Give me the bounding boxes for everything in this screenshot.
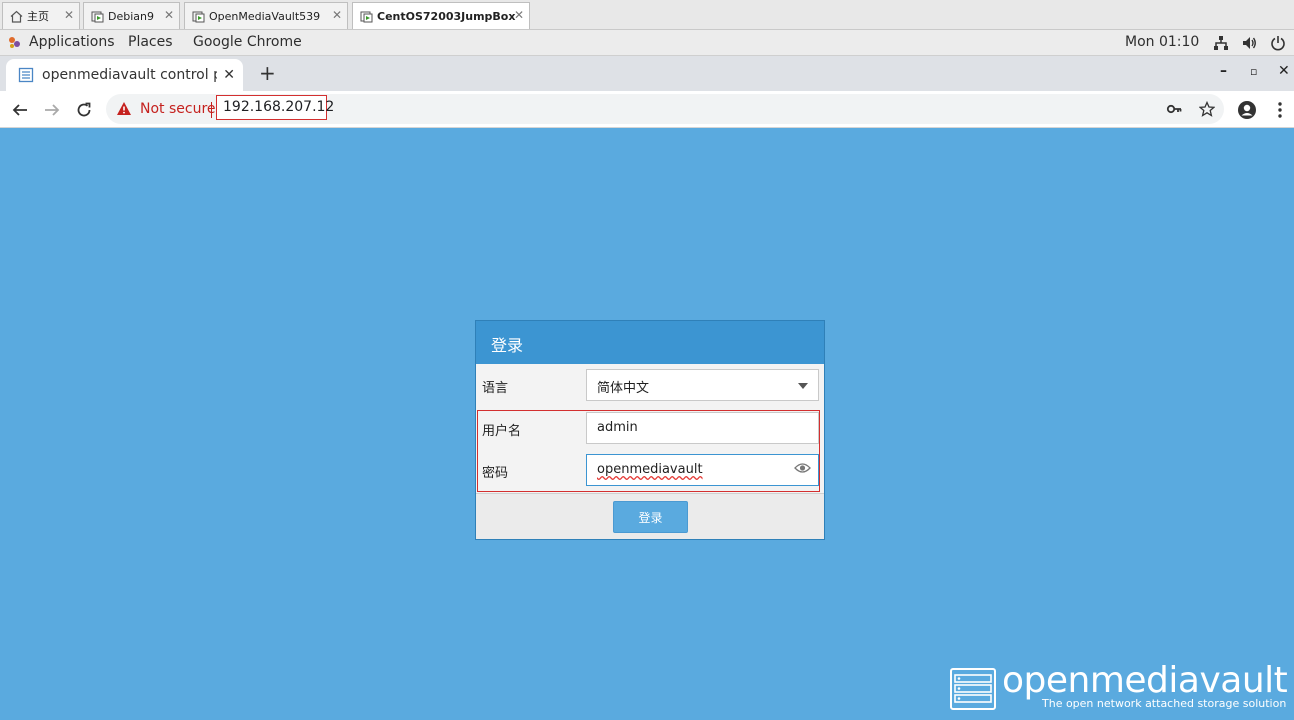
chrome-tab-strip: openmediavault control panel ✕ + – ▫ ✕	[0, 56, 1294, 91]
username-field[interactable]: admin	[586, 412, 819, 444]
close-icon[interactable]: ✕	[514, 8, 524, 22]
password-field[interactable]: openmediavault	[586, 454, 819, 486]
close-icon[interactable]: ✕	[332, 8, 342, 22]
bookmark-star-icon[interactable]	[1197, 99, 1217, 119]
login-button[interactable]: 登录	[613, 501, 688, 533]
vm-tab-label: CentOS72003JumpBox	[377, 9, 516, 23]
browser-toolbar: Not secure 192.168.207.12	[0, 91, 1294, 128]
page-favicon-icon	[18, 67, 34, 83]
close-icon[interactable]: ✕	[164, 8, 174, 22]
language-value: 简体中文	[597, 381, 650, 396]
power-icon[interactable]	[1268, 33, 1288, 53]
browser-tab-title: openmediavault control panel	[42, 67, 217, 83]
brand-logo: openmediavault The open network attached…	[950, 660, 1288, 712]
forward-icon[interactable]	[41, 99, 63, 121]
warning-icon[interactable]	[116, 101, 132, 120]
language-label: 语言	[482, 381, 509, 396]
menu-kebab-icon[interactable]	[1270, 100, 1290, 120]
profile-avatar-icon[interactable]	[1237, 100, 1257, 120]
vm-tab-strip: 主页 ✕ Debian9 ✕ OpenMediaVault539 ✕ CentO…	[0, 0, 1294, 30]
volume-icon[interactable]	[1239, 33, 1259, 53]
separator	[211, 102, 212, 118]
url-text[interactable]: 192.168.207.12	[216, 95, 334, 120]
vm-running-icon	[359, 9, 373, 23]
close-window-icon[interactable]: ✕	[1278, 63, 1290, 79]
app-menu[interactable]: Google Chrome	[193, 34, 302, 50]
applications-icon	[7, 35, 22, 54]
login-dialog: 登录 语言 简体中文 用户名 admin 密码 openmediavault 登…	[475, 320, 825, 540]
key-icon[interactable]	[1164, 99, 1184, 119]
vm-tab-centos[interactable]: CentOS72003JumpBox ✕	[352, 2, 530, 29]
address-bar[interactable]: Not secure 192.168.207.12	[106, 94, 1224, 124]
home-icon	[9, 9, 23, 23]
language-select[interactable]: 简体中文	[586, 369, 819, 401]
brand-name: openmediavault	[1002, 660, 1288, 701]
password-value: openmediavault	[597, 462, 703, 477]
tab-close-icon[interactable]: ✕	[223, 67, 235, 83]
username-row: 用户名 admin	[476, 407, 824, 449]
reload-icon[interactable]	[73, 99, 95, 121]
password-row: 密码 openmediavault	[476, 449, 824, 491]
vm-icon	[90, 9, 104, 23]
vm-tab-debian9[interactable]: Debian9 ✕	[83, 2, 180, 29]
minimize-icon[interactable]: –	[1220, 63, 1227, 79]
server-rack-icon	[950, 668, 996, 710]
browser-tab[interactable]: openmediavault control panel ✕	[6, 59, 243, 91]
close-icon[interactable]: ✕	[64, 8, 74, 22]
vm-tab-home[interactable]: 主页 ✕	[2, 2, 80, 29]
show-password-eye-icon[interactable]	[794, 462, 811, 478]
dialog-title: 登录	[476, 321, 824, 364]
clock[interactable]: Mon 01:10	[1125, 34, 1199, 50]
vm-tab-label: Debian9	[108, 9, 154, 23]
maximize-icon[interactable]: ▫	[1250, 65, 1257, 78]
username-label: 用户名	[482, 424, 522, 439]
vm-tab-label: OpenMediaVault539	[209, 9, 321, 23]
places-menu[interactable]: Places	[128, 34, 173, 50]
vm-tab-label: 主页	[27, 10, 49, 23]
brand-tagline: The open network attached storage soluti…	[1042, 697, 1287, 710]
back-icon[interactable]	[9, 99, 31, 121]
not-secure-label[interactable]: Not secure	[140, 101, 216, 117]
username-value: admin	[597, 420, 638, 435]
new-tab-button[interactable]: +	[259, 63, 276, 83]
applications-menu[interactable]: Applications	[29, 34, 115, 50]
vm-icon	[191, 9, 205, 23]
vm-tab-openmediavault[interactable]: OpenMediaVault539 ✕	[184, 2, 348, 29]
gnome-top-bar: Applications Places Google Chrome Mon 01…	[0, 30, 1294, 56]
chevron-down-icon[interactable]	[798, 383, 808, 389]
network-icon[interactable]	[1211, 33, 1231, 53]
password-label: 密码	[482, 466, 509, 481]
language-row: 语言 简体中文	[476, 364, 824, 406]
